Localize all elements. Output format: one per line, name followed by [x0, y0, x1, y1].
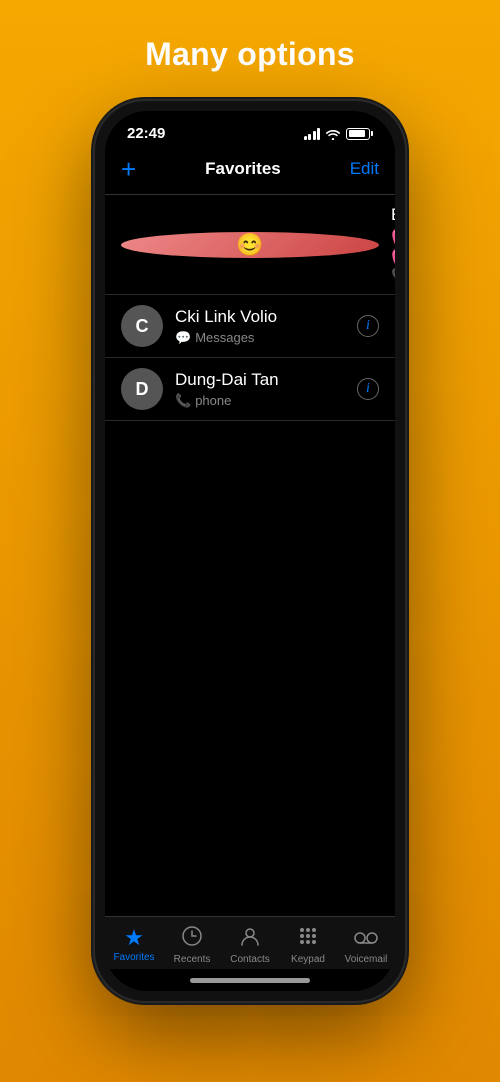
avatar: 😊	[121, 232, 379, 258]
contact-info: Dung-Dai Tan 📞 phone	[175, 370, 345, 409]
contact-info: Em 💕💕💕 📞 other	[391, 205, 395, 284]
tab-contacts[interactable]: Contacts	[225, 925, 275, 965]
edit-button[interactable]: Edit	[350, 159, 379, 179]
info-button[interactable]: i	[357, 378, 379, 400]
favorites-tab-icon: ★	[124, 927, 144, 949]
keypad-tab-label: Keypad	[291, 954, 325, 965]
phone-shell: 22:49 + Favori	[95, 101, 405, 1001]
page-title: Many options	[145, 36, 355, 73]
contacts-tab-label: Contacts	[230, 954, 269, 965]
notch	[185, 111, 315, 139]
table-row[interactable]: D Dung-Dai Tan 📞 phone i	[105, 358, 395, 421]
contact-type: 💬 Messages	[175, 330, 345, 346]
home-indicator	[105, 969, 395, 991]
keypad-tab-icon	[297, 925, 319, 951]
message-icon: 💬	[175, 330, 191, 346]
recents-tab-label: Recents	[174, 954, 211, 965]
status-icons	[304, 128, 374, 140]
phone-screen: 22:49 + Favori	[105, 111, 395, 991]
recents-tab-icon	[181, 925, 203, 951]
table-row[interactable]: 😊 Em 💕💕💕 📞 other i	[105, 195, 395, 295]
table-row[interactable]: C Cki Link Volio 💬 Messages i	[105, 295, 395, 358]
home-bar	[190, 978, 310, 983]
tab-keypad[interactable]: Keypad	[283, 925, 333, 965]
tab-bar: ★ Favorites Recents	[105, 916, 395, 969]
favorites-tab-label: Favorites	[113, 952, 154, 963]
contact-name: Cki Link Volio	[175, 307, 345, 327]
add-favorite-button[interactable]: +	[121, 156, 136, 182]
tab-favorites[interactable]: ★ Favorites	[109, 927, 159, 963]
status-time: 22:49	[127, 125, 165, 142]
voicemail-tab-icon	[353, 925, 379, 951]
app-header: + Favorites Edit	[105, 148, 395, 195]
contact-info: Cki Link Volio 💬 Messages	[175, 307, 345, 346]
avatar: C	[121, 305, 163, 347]
voicemail-tab-label: Voicemail	[345, 954, 388, 965]
favorites-list: 😊 Em 💕💕💕 📞 other i C Cki Link Volio	[105, 195, 395, 916]
contact-type: 📞 other	[391, 268, 395, 284]
battery-icon	[346, 128, 373, 140]
contact-name: Dung-Dai Tan	[175, 370, 345, 390]
contact-type: 📞 phone	[175, 393, 345, 409]
info-button[interactable]: i	[357, 315, 379, 337]
header-title: Favorites	[205, 159, 281, 179]
tab-voicemail[interactable]: Voicemail	[341, 925, 391, 965]
contacts-tab-icon	[239, 925, 261, 951]
phone-icon: 📞	[391, 268, 395, 284]
avatar: D	[121, 368, 163, 410]
tab-recents[interactable]: Recents	[167, 925, 217, 965]
contact-name: Em 💕💕💕	[391, 205, 395, 265]
wifi-icon	[325, 128, 341, 140]
phone-icon: 📞	[175, 393, 191, 409]
